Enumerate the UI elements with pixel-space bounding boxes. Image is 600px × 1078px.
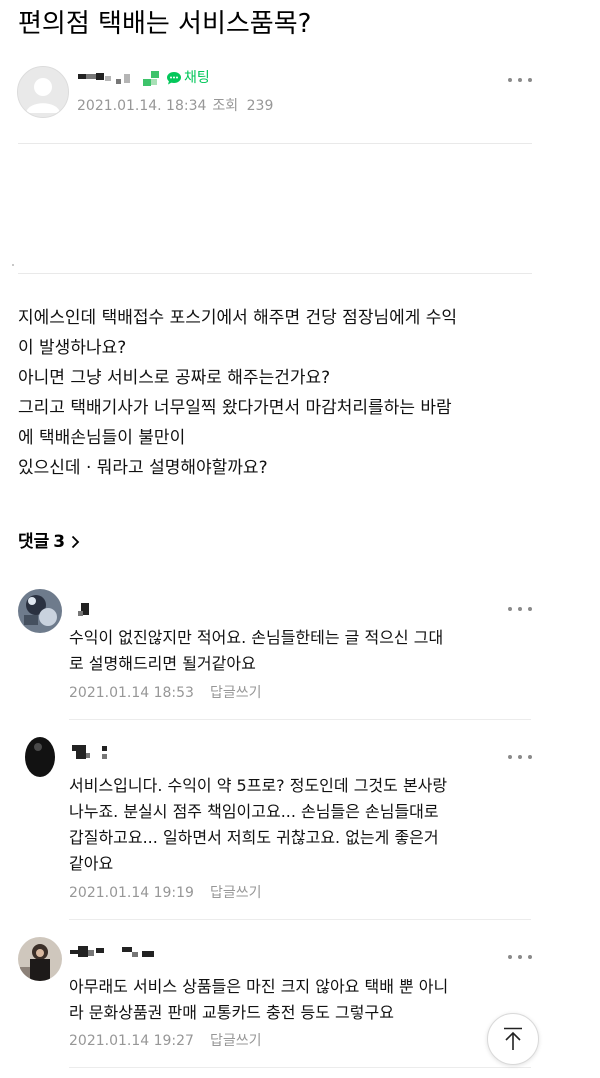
comment-avatar[interactable] — [18, 735, 62, 779]
post-body: 지에스인데 택배접수 포스기에서 해주면 건당 점장님에게 수익 이 발생하나요… — [18, 303, 538, 483]
body-line: 아니면 그냥 서비스로 공짜로 해주는건가요? — [18, 368, 331, 388]
views-count: 239 — [246, 98, 274, 114]
comment-line: 수익이 없진않지만 적어요. 손님들한테는 글 적으신 그대 — [69, 628, 444, 647]
scroll-to-top-button[interactable] — [487, 1013, 539, 1065]
body-line: 지에스인데 택배접수 포스기에서 해주면 건당 점장님에게 수익 — [18, 308, 458, 328]
comment-avatar[interactable] — [18, 589, 62, 633]
comment-more-button[interactable] — [508, 603, 532, 615]
comment-text: 수익이 없진않지만 적어요. 손님들한테는 글 적으신 그대 로 설명해드리면 … — [69, 625, 539, 677]
author-nickname-obscured[interactable] — [78, 71, 134, 85]
comment-divider — [69, 919, 531, 920]
comment-date: 2021.01.14 18:53 — [69, 685, 194, 701]
comment-more-button[interactable] — [508, 951, 532, 963]
comment-text: 아무래도 서비스 상품들은 마진 크지 않아요 택배 뿐 아니 라 문화상품권 … — [69, 974, 539, 1026]
comment-meta: 2021.01.14 19:27 답글쓰기 — [69, 1031, 262, 1051]
body-line: 있으신데 · 뭐라고 설명해야할까요? — [18, 458, 268, 478]
commenter-nickname-obscured[interactable] — [70, 745, 122, 761]
member-grade-icon — [142, 71, 160, 87]
header-divider — [18, 143, 532, 144]
reply-button[interactable]: 답글쓰기 — [210, 885, 262, 901]
chat-label: 채팅 — [184, 70, 210, 86]
commenter-nickname-obscured[interactable] — [70, 945, 160, 961]
reply-button[interactable]: 답글쓰기 — [210, 1033, 262, 1049]
comments-count: 3 — [53, 532, 66, 552]
comment-line: 로 설명해드리면 될거같아요 — [69, 654, 256, 673]
comment-line: 갑질하고요... 일하면서 저희도 귀찮고요. 없는게 좋은거 — [69, 828, 439, 847]
body-line: 에 택배손님들이 불만이 — [18, 428, 186, 448]
comment-text: 서비스입니다. 수익이 약 5프로? 정도인데 그것도 본사랑 나누죠. 분실시… — [69, 773, 539, 877]
arrow-up-icon — [504, 1027, 522, 1050]
reply-button[interactable]: 답글쓰기 — [210, 685, 262, 701]
body-line: 이 발생하나요? — [18, 338, 127, 358]
commenter-avatar-image — [18, 735, 62, 779]
default-person-icon — [18, 67, 68, 117]
content-placeholder-dot — [12, 264, 14, 266]
more-dots-icon — [508, 955, 512, 959]
chat-button[interactable]: 채팅 — [166, 68, 210, 88]
comment-line: 아무래도 서비스 상품들은 마진 크지 않아요 택배 뿐 아니 — [69, 977, 449, 996]
comment-meta: 2021.01.14 19:19 답글쓰기 — [69, 883, 262, 903]
commenter-avatar-image — [18, 589, 62, 633]
more-dots-icon — [508, 755, 512, 759]
post-date: 2021.01.14. 18:34 — [77, 98, 207, 114]
comment-date: 2021.01.14 19:27 — [69, 1033, 194, 1049]
comment-line: 서비스입니다. 수익이 약 5프로? 정도인데 그것도 본사랑 — [69, 776, 448, 795]
comments-label: 댓글 — [18, 532, 50, 552]
commenter-nickname-obscured[interactable] — [78, 603, 94, 619]
chevron-right-icon — [71, 535, 80, 549]
comment-divider — [69, 1067, 531, 1068]
content-divider — [18, 273, 532, 274]
post-meta: 2021.01.14. 18:34 조회 239 — [77, 96, 273, 116]
comment-more-button[interactable] — [508, 751, 532, 763]
author-avatar[interactable] — [17, 66, 69, 118]
comments-toggle[interactable]: 댓글 3 — [18, 530, 80, 554]
comment-date: 2021.01.14 19:19 — [69, 885, 194, 901]
comment-line: 나누죠. 분실시 점주 책임이고요... 손님들은 손님들대로 — [69, 802, 439, 821]
comment-meta: 2021.01.14 18:53 답글쓰기 — [69, 683, 262, 703]
comment-avatar[interactable] — [18, 937, 62, 981]
commenter-avatar-image — [18, 937, 62, 981]
chat-bubble-icon — [167, 72, 181, 85]
more-dots-icon — [508, 78, 512, 82]
post-more-button[interactable] — [508, 74, 532, 86]
post-page: 편의점 택배는 서비스품목? 채팅 2021.01.14. 18:34 조회 2… — [0, 0, 600, 1078]
comment-line: 같아요 — [69, 854, 114, 873]
more-dots-icon — [508, 607, 512, 611]
body-line: 그리고 택배기사가 너무일찍 왔다가면서 마감처리를하는 바람 — [18, 398, 452, 418]
post-title: 편의점 택배는 서비스품목? — [18, 9, 312, 39]
comment-divider — [69, 719, 531, 720]
comment-line: 라 문화상품권 판매 교통카드 충전 등도 그렇구요 — [69, 1003, 394, 1022]
views-label: 조회 — [212, 98, 239, 114]
